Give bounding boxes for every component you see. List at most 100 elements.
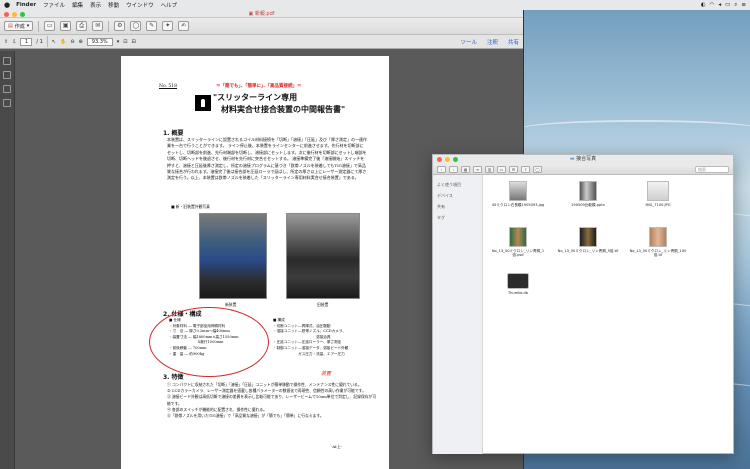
file-name: 45ミクロン右長模1905093.jpg — [491, 203, 545, 207]
pdf-nav-toolbar: ⇧ ⇩ 1 / 1 ↖ ✋ ⊖ ⊕ 93.3% ▾ ⊡ ⊟ ツール 注釈 共有 — [0, 35, 523, 49]
section-heading-features: 3. 特徴 — [163, 374, 184, 381]
pdf-titlebar: ▣ 新報.pdf — [0, 10, 523, 18]
menu-window[interactable]: ウインドウ — [126, 1, 154, 9]
zoom-button[interactable] — [20, 11, 25, 17]
back-button[interactable]: ‹ — [437, 165, 446, 173]
file-name: No_13_50ミクロン_リン青銅_5倍.tif — [557, 249, 619, 253]
arrange-button[interactable]: ⚙ — [509, 165, 518, 173]
minimize-button[interactable] — [445, 156, 450, 162]
file-item[interactable]: Thumbs.db — [487, 273, 549, 295]
menu-file[interactable]: ファイル — [43, 1, 65, 9]
file-item[interactable]: No_13_50ミクロン_リン青銅_5倍.tif — [557, 227, 619, 253]
comment-button[interactable]: ◯ — [130, 21, 142, 31]
attachments-icon[interactable] — [3, 85, 11, 93]
sign-button[interactable]: ✍ — [178, 21, 190, 31]
hand-tool-icon[interactable]: ✋ — [60, 39, 66, 45]
zoom-button[interactable] — [453, 156, 458, 162]
menu-list-icon[interactable]: ≡ — [741, 2, 746, 8]
stamp-button[interactable]: ✦ — [162, 21, 174, 31]
menu-help[interactable]: ヘルプ — [161, 1, 178, 9]
pdf-window-title: 新報.pdf — [254, 11, 275, 17]
menu-edit[interactable]: 編集 — [72, 1, 83, 9]
minimize-button[interactable] — [12, 11, 17, 17]
tag-button[interactable]: ◯ — [533, 165, 542, 173]
file-grid: 45ミクロン右長模1905093.jpg 190509比較模.pptx IMG_… — [487, 181, 733, 451]
column-view-button[interactable]: ▥ — [485, 165, 494, 173]
select-tool-icon[interactable]: ↖ — [52, 39, 56, 45]
image-thumbnail — [509, 181, 527, 201]
finder-toolbar: ‹ › ▦ ≡ ▥ ▭ ⚙ ⇪ ◯ 検索 — [433, 164, 733, 175]
finder-window: ▬ 接合写真 ‹ › ▦ ≡ ▥ ▭ ⚙ ⇪ ◯ 検索 よく使う項目 デバイス … — [432, 154, 734, 454]
spec-line: ・重 量 ― 約900kg — [169, 351, 205, 356]
page-number-input[interactable]: 1 — [20, 37, 33, 46]
menu-view[interactable]: 表示 — [90, 1, 101, 9]
tif-thumbnail — [579, 227, 597, 247]
zoom-input[interactable]: 93.3% — [86, 37, 113, 46]
comment-tab[interactable]: 注釈 — [487, 38, 498, 46]
battery-icon[interactable]: ▭ — [725, 2, 730, 8]
highlight-button[interactable]: ✎ — [146, 21, 158, 31]
tif-thumbnail — [649, 227, 667, 247]
file-item[interactable]: No_13_50ミクロン_リン青銅_1倍.psd — [487, 227, 549, 258]
sidebar-item-favorites[interactable]: よく使う項目 — [433, 179, 482, 190]
chevron-down-icon[interactable]: ▾ — [117, 39, 120, 45]
document-slogan: ＝「簡でも」、「簡単に」、「高品質接続」＝ — [216, 84, 302, 89]
open-folder-button[interactable]: ▭ — [44, 21, 56, 31]
settings-button[interactable]: ⚙ — [114, 21, 126, 31]
close-button[interactable] — [437, 156, 442, 162]
handwritten-note: 装置 — [321, 371, 332, 377]
menu-go[interactable]: 移動 — [108, 1, 119, 9]
sidebar-item-tags[interactable]: タグ — [433, 212, 482, 223]
next-page-icon[interactable]: ⇩ — [12, 39, 16, 45]
sidebar-item-shared[interactable]: 共有 — [433, 201, 482, 212]
file-name: Thumbs.db — [507, 291, 529, 295]
file-item[interactable]: IMG_7100.JPG — [627, 181, 689, 207]
file-name: IMG_7100.JPG — [645, 203, 671, 207]
feature-line: ③ 溶接ビード外観は高低切断で溶接の差異を表示し比較可能であり、レーザービームで… — [167, 394, 377, 406]
fit-width-icon[interactable]: ⊟ — [131, 39, 135, 45]
pdf-toolbar: ▤ 作成 ▾ ▭ ▣ ⎙ ✉ ⚙ ◯ ✎ ✦ ✍ — [0, 18, 523, 35]
list-view-button[interactable]: ≡ — [473, 165, 482, 173]
prev-page-icon[interactable]: ⇧ — [4, 39, 8, 45]
page-thumbnails-icon[interactable] — [3, 57, 11, 65]
fit-page-icon[interactable]: ⊡ — [123, 39, 127, 45]
layers-icon[interactable] — [3, 99, 11, 107]
file-item[interactable]: No_13_50ミクロン_リン青銅_100倍.tif — [627, 227, 689, 258]
wifi-icon[interactable]: ◠ — [710, 2, 715, 8]
file-item[interactable]: 190509比較模.pptx — [557, 181, 619, 207]
finder-window-title: 接合写真 — [576, 156, 597, 162]
photo-caption-header: ■ 新・旧装置外観写真 — [171, 204, 210, 209]
print-button[interactable]: ⎙ — [76, 21, 88, 31]
chevron-down-icon: ▾ — [26, 23, 30, 29]
document-logo — [195, 95, 211, 111]
gallery-view-button[interactable]: ▭ — [497, 165, 506, 173]
icon-view-button[interactable]: ▦ — [461, 165, 470, 173]
page-total: / 1 — [36, 38, 43, 45]
document-page: No. 518 ＝「簡でも」、「簡単に」、「高品質接続」＝ "スリッターライン専… — [121, 56, 389, 469]
zoom-in-icon[interactable]: ⊕ — [79, 39, 83, 45]
share-button[interactable]: ⇪ — [521, 165, 530, 173]
share-tab[interactable]: 共有 — [508, 38, 519, 46]
zoom-out-icon[interactable]: ⊖ — [70, 39, 74, 45]
apple-menu-icon[interactable]: ● — [4, 1, 10, 9]
file-name: 190509比較模.pptx — [571, 203, 605, 207]
bookmarks-icon[interactable] — [3, 71, 11, 79]
create-button[interactable]: ▤ 作成 ▾ — [4, 21, 34, 31]
tools-tab[interactable]: ツール — [460, 38, 477, 46]
psd-thumbnail — [509, 227, 527, 247]
create-icon: ▤ — [8, 23, 13, 29]
menu-finder[interactable]: Finder — [16, 2, 36, 8]
new-device-caption: 新装置 — [225, 302, 237, 307]
forward-button[interactable]: › — [449, 165, 458, 173]
file-item[interactable]: 45ミクロン右長模1905093.jpg — [487, 181, 549, 207]
close-button[interactable] — [4, 11, 9, 17]
status-icon[interactable]: ◐ — [701, 2, 706, 8]
search-input[interactable]: 検索 — [695, 165, 729, 173]
volume-icon[interactable]: ◂ — [718, 2, 721, 8]
email-button[interactable]: ✉ — [92, 21, 104, 31]
spec-list: ■ 仕様 ・対象材料 ― 電子部品用伸銅材料 ・寸 法 ― 厚さ0.2mm〜幅4… — [169, 318, 239, 357]
spec-line: ・寸 法 ― 厚さ0.2mm〜幅400mm — [169, 329, 230, 334]
save-button[interactable]: ▣ — [60, 21, 72, 31]
sidebar-item-devices[interactable]: デバイス — [433, 190, 482, 201]
search-icon[interactable]: ⌕ — [734, 2, 737, 9]
